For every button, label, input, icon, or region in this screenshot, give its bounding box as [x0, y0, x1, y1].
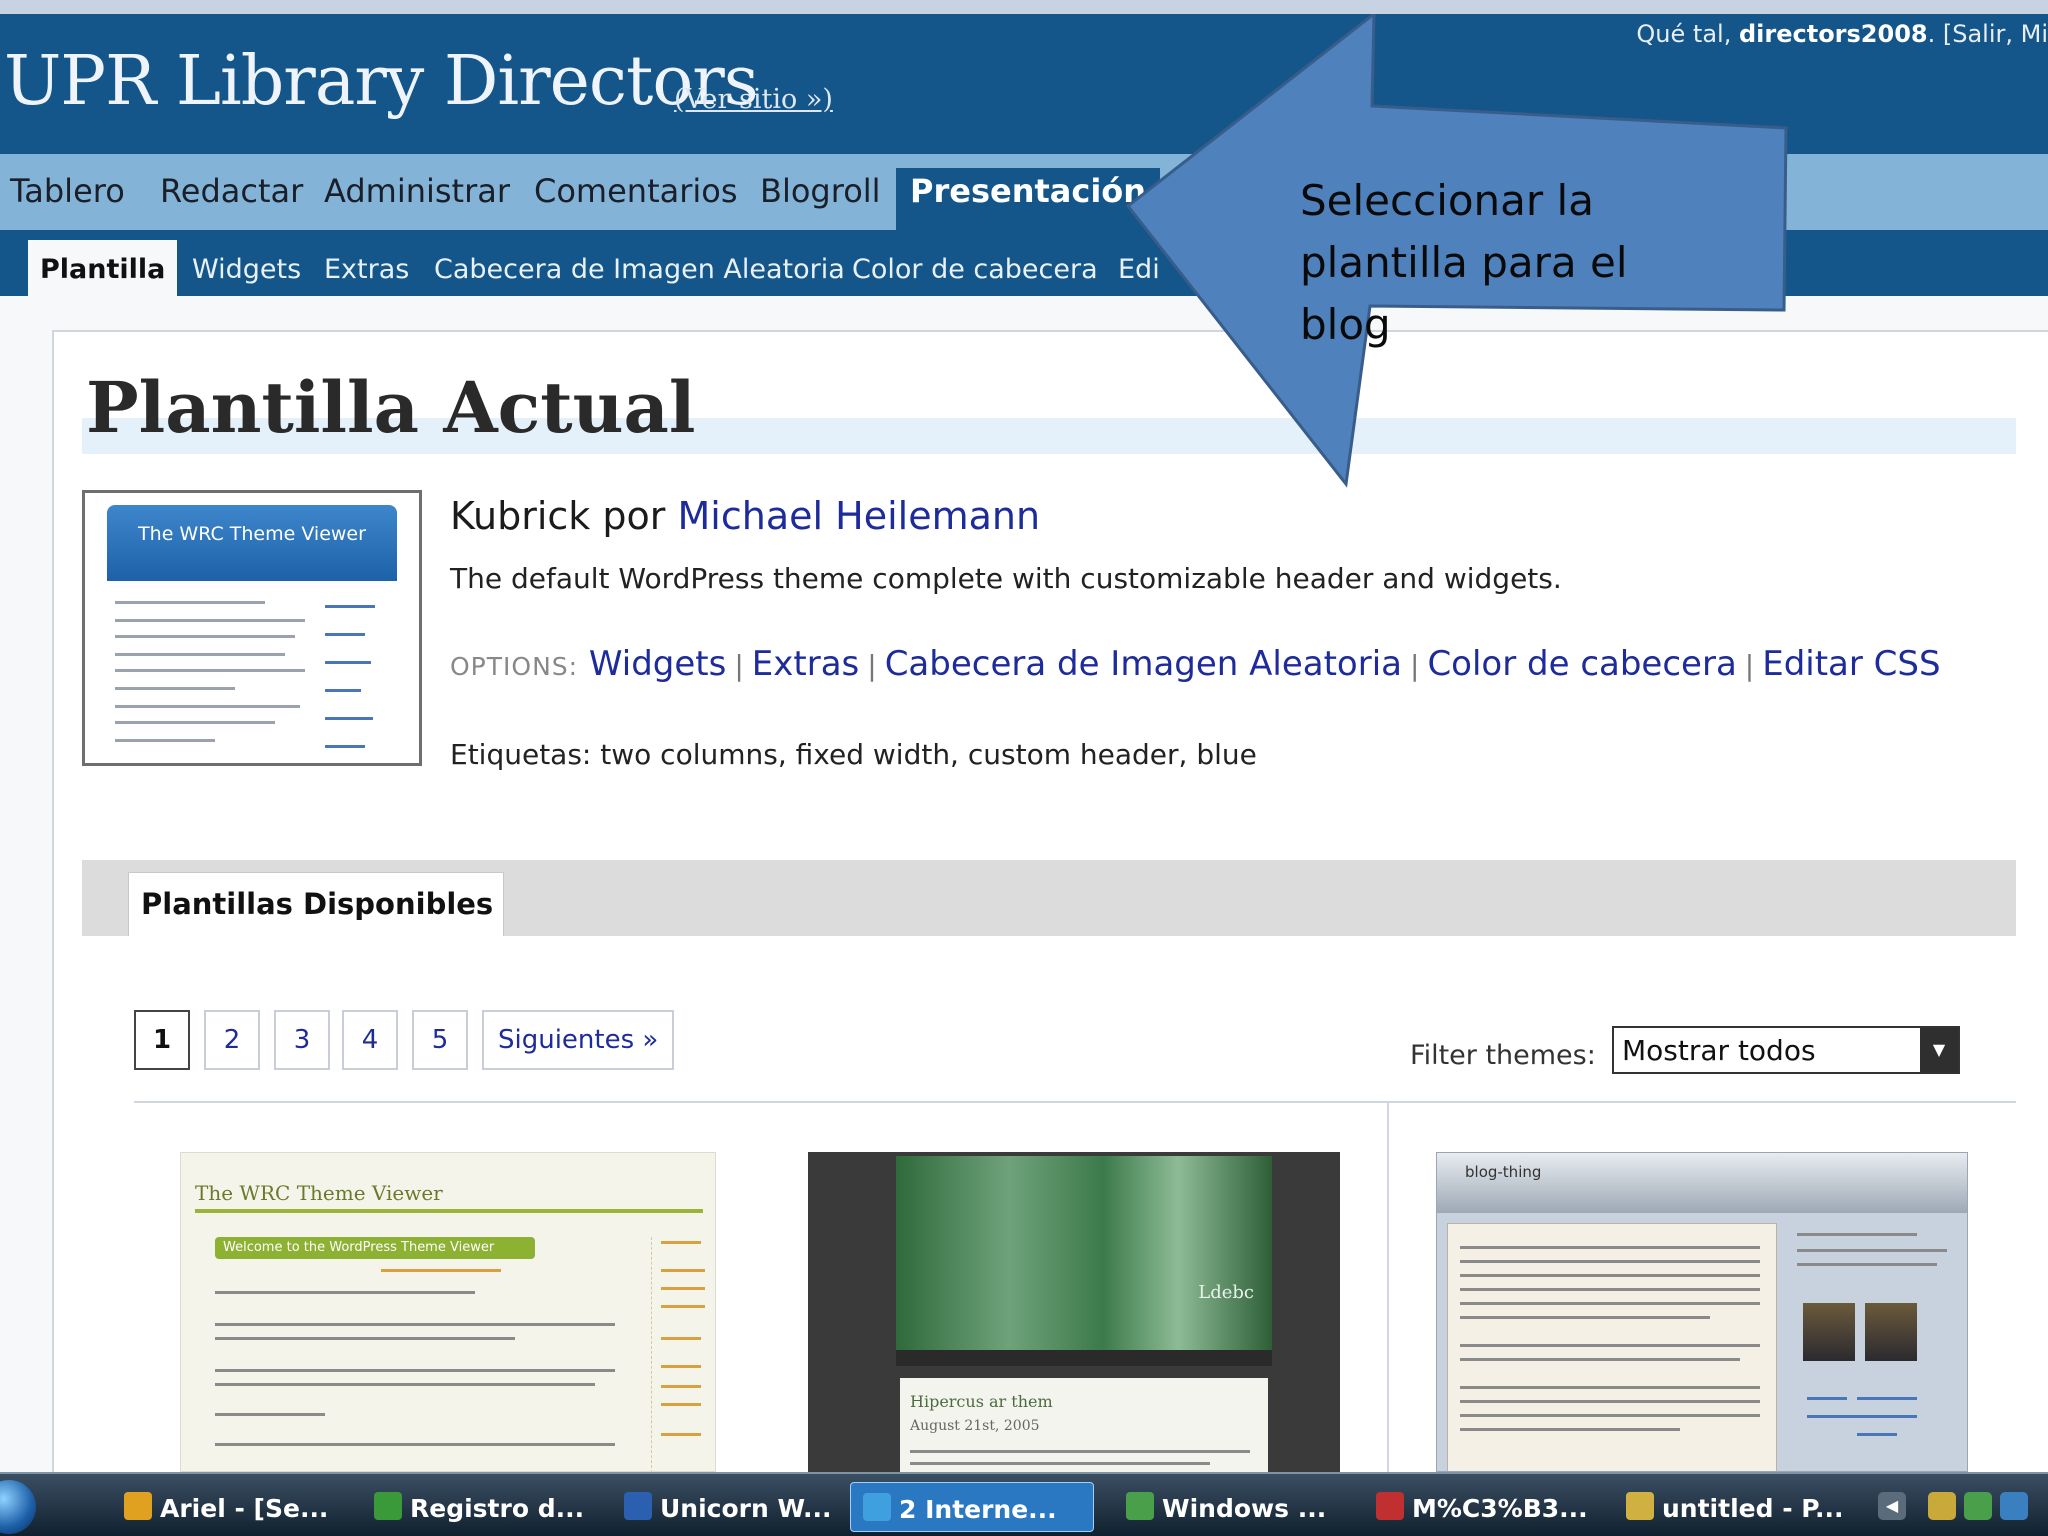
task-label: Windows ...	[1162, 1494, 1327, 1523]
available-themes-tab[interactable]: Plantillas Disponibles	[128, 872, 505, 936]
preview-blog-thing-title: blog-thing	[1465, 1163, 1542, 1181]
theme-by: por	[602, 494, 666, 538]
theme-author-link[interactable]: Michael Heilemann	[678, 494, 1041, 538]
filter-themes-label: Filter themes:	[1410, 1040, 1596, 1071]
theme-description: The default WordPress theme complete wit…	[450, 562, 1562, 595]
subnav-cabecera-imagen[interactable]: Cabecera de Imagen Aleatoria	[434, 254, 845, 285]
theme-preview-green[interactable]: Ldebc Hipercus ar them August 21st, 2005	[808, 1152, 1340, 1472]
theme-options: OPTIONS: Widgets | Extras | Cabecera de Imag…	[450, 644, 1941, 684]
task-registro[interactable]: Registro d...	[362, 1482, 592, 1532]
paint-icon	[1626, 1492, 1654, 1520]
start-button[interactable]	[0, 1480, 36, 1534]
task-label: Unicorn W...	[660, 1494, 832, 1523]
task-windows-messenger[interactable]: Windows ...	[1114, 1482, 1344, 1532]
themes-divider	[134, 1101, 2016, 1103]
subnav-color-cabecera[interactable]: Color de cabecera	[852, 254, 1098, 285]
options-label: OPTIONS:	[450, 652, 579, 681]
chevron-down-icon[interactable]: ▼	[1920, 1028, 1958, 1072]
windows-taskbar: Ariel - [Se... Registro d... Unicorn W..…	[0, 1472, 2048, 1536]
messenger-status-icon[interactable]	[1964, 1492, 1992, 1520]
theme-preview-blog-thing[interactable]: blog-thing	[1436, 1152, 1968, 1472]
preview-banner-title: Ldebc	[1198, 1282, 1254, 1303]
view-site-link[interactable]: (Ver sitio »)	[674, 84, 833, 115]
theme-preview-wrc[interactable]: The WRC Theme Viewer Welcome to the Word…	[180, 1152, 716, 1472]
system-tray: ◀	[1878, 1482, 2048, 1532]
preview-post-title: Hipercus ar them	[910, 1392, 1053, 1411]
current-theme-name: Kubrick por Michael Heilemann	[450, 494, 1040, 538]
greeting-suffix[interactable]: . [Salir, Mi	[1928, 20, 2048, 48]
option-extras-link[interactable]: Extras	[752, 644, 859, 684]
window-top-strip	[0, 0, 2048, 14]
pdf-doc-icon	[1376, 1492, 1404, 1520]
nav-comentarios[interactable]: Comentarios	[534, 172, 738, 210]
photo-thumbnail	[1865, 1303, 1917, 1361]
page-4-button[interactable]: 4	[342, 1010, 398, 1070]
nav-administrar[interactable]: Administrar	[324, 172, 510, 210]
preview-banner: Ldebc	[896, 1156, 1272, 1350]
preview-title: The WRC Theme Viewer	[195, 1181, 443, 1205]
task-ariel[interactable]: Ariel - [Se...	[112, 1482, 342, 1532]
thumb-title: The WRC Theme Viewer	[138, 523, 366, 545]
page-3-button[interactable]: 3	[274, 1010, 330, 1070]
option-color-cabecera-link[interactable]: Color de cabecera	[1427, 644, 1736, 684]
task-label: Ariel - [Se...	[160, 1494, 329, 1523]
filter-selected-value: Mostrar todos	[1622, 1034, 1816, 1067]
task-label: Registro d...	[410, 1494, 585, 1523]
task-internet-explorer[interactable]: 2 Interne...	[850, 1482, 1094, 1532]
site-title: UPR Library Directors	[4, 42, 759, 121]
task-label: 2 Interne...	[899, 1495, 1057, 1524]
preview-welcome-banner: Welcome to the WordPress Theme Viewer	[215, 1237, 535, 1259]
thumb-header: The WRC Theme Viewer	[107, 505, 397, 581]
subnav-extras[interactable]: Extras	[324, 254, 409, 285]
next-page-button[interactable]: Siguientes »	[482, 1010, 675, 1070]
option-editar-css-link[interactable]: Editar CSS	[1762, 644, 1940, 684]
task-unicorn[interactable]: Unicorn W...	[612, 1482, 842, 1532]
current-theme-heading: Plantilla Actual	[86, 366, 696, 449]
nav-redactar[interactable]: Redactar	[160, 172, 303, 210]
task-paint[interactable]: untitled - P...	[1614, 1482, 1854, 1532]
current-theme-screenshot: The WRC Theme Viewer	[82, 490, 422, 766]
task-pdf[interactable]: M%C3%B3...	[1364, 1482, 1594, 1532]
tray-scroll-left-icon[interactable]: ◀	[1878, 1492, 1906, 1520]
page-1-button[interactable]: 1	[134, 1010, 190, 1070]
tags-label: Etiquetas:	[450, 738, 592, 771]
shield-icon[interactable]	[1928, 1492, 1956, 1520]
nav-blogroll[interactable]: Blogroll	[760, 172, 881, 210]
windows-messenger-icon	[1126, 1492, 1154, 1520]
callout-text: Seleccionar la plantilla para el blog	[1300, 176, 1628, 349]
preview-post-date: August 21st, 2005	[910, 1418, 1040, 1434]
task-label: M%C3%B3...	[1412, 1494, 1588, 1523]
theme-tags: Etiquetas: two columns, fixed width, cus…	[450, 738, 1257, 771]
subnav-widgets[interactable]: Widgets	[192, 254, 301, 285]
photo-thumbnail	[1803, 1303, 1855, 1361]
column-divider	[1387, 1103, 1389, 1473]
tags-values: two columns, fixed width, custom header,…	[600, 738, 1257, 771]
filter-themes-select[interactable]: Mostrar todos ▼	[1612, 1026, 1960, 1074]
page-5-button[interactable]: 5	[412, 1010, 468, 1070]
word-doc-icon	[624, 1492, 652, 1520]
internet-explorer-icon	[863, 1493, 891, 1521]
subnav-plantilla[interactable]: Plantilla	[28, 240, 178, 296]
task-label: untitled - P...	[1662, 1494, 1844, 1523]
option-widgets-link[interactable]: Widgets	[589, 644, 726, 684]
nav-tablero[interactable]: Tablero	[10, 172, 125, 210]
ariel-app-icon	[124, 1492, 152, 1520]
option-cabecera-imagen-link[interactable]: Cabecera de Imagen Aleatoria	[885, 644, 1402, 684]
page-2-button[interactable]: 2	[204, 1010, 260, 1070]
network-icon[interactable]	[2000, 1492, 2028, 1520]
spreadsheet-icon	[374, 1492, 402, 1520]
theme-name: Kubrick	[450, 494, 591, 538]
